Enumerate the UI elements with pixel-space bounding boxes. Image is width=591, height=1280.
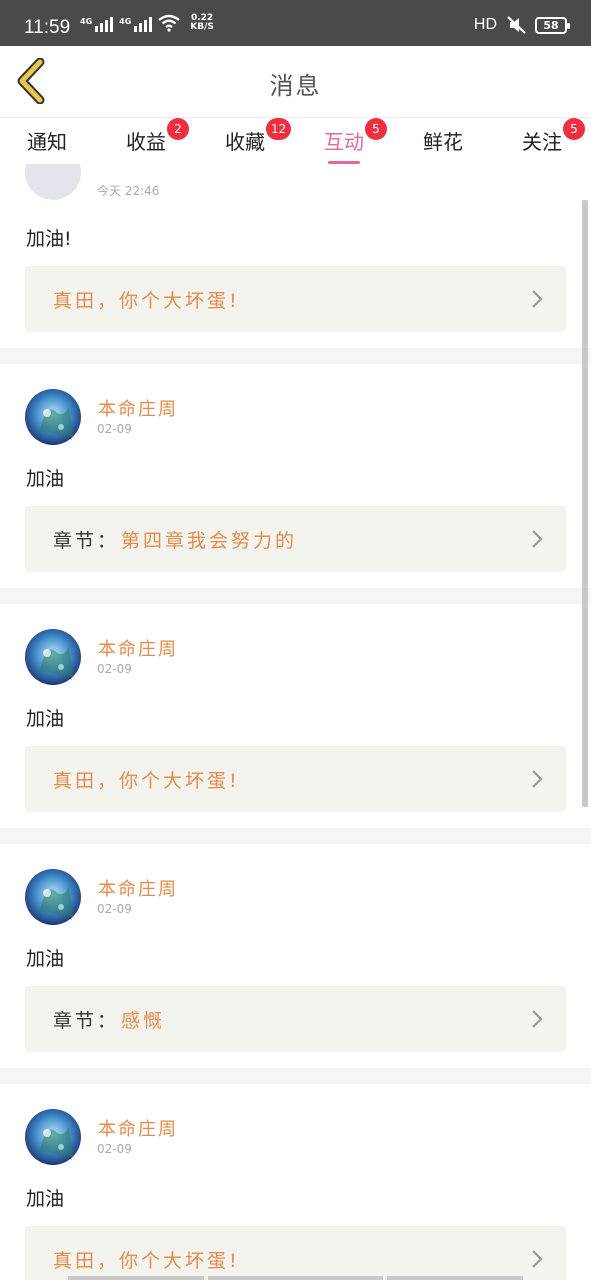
nav-hint-bar: [208, 1276, 383, 1280]
nav-hint-bar: [68, 1276, 204, 1280]
status-time: 11:59: [24, 17, 71, 38]
referenced-content-card[interactable]: 真田，你个大坏蛋!: [25, 746, 566, 812]
referenced-content-card[interactable]: 真田，你个大坏蛋!: [25, 1226, 566, 1280]
tab-follow[interactable]: 关注 5: [507, 118, 585, 155]
chevron-right-icon: [532, 530, 543, 548]
network-type-label: 4G: [119, 17, 132, 26]
separator: [0, 828, 591, 844]
tab-label: 鲜花: [423, 130, 463, 154]
signal-icon: 4G: [80, 17, 114, 32]
message-date: 02-09: [97, 902, 132, 916]
avatar[interactable]: [25, 164, 81, 200]
unread-badge: 2: [167, 118, 189, 140]
referenced-content-card[interactable]: 章节： 感慨: [25, 986, 566, 1052]
referenced-text: 真田，你个大坏蛋!: [53, 1250, 240, 1272]
avatar[interactable]: [25, 869, 81, 925]
network-speed-unit: KB/S: [190, 22, 214, 32]
avatar-image: [25, 869, 81, 925]
referenced-text: 真田，你个大坏蛋!: [53, 770, 240, 792]
avatar[interactable]: [25, 1109, 81, 1165]
chapter-prefix: 章节：: [53, 1010, 120, 1032]
chapter-prefix: 章节：: [53, 530, 120, 552]
page-title: 消息: [269, 72, 322, 100]
signal-icon: 4G: [119, 17, 153, 32]
referenced-text: 第四章我会努力的: [121, 530, 298, 552]
unread-badge: 5: [563, 118, 585, 140]
tab-interaction[interactable]: 互动 5: [309, 118, 387, 155]
separator: [0, 588, 591, 604]
message-date: 02-09: [97, 1142, 132, 1156]
header-bar: 消息: [0, 46, 591, 118]
separator: [0, 348, 591, 364]
avatar[interactable]: [25, 389, 81, 445]
scrollbar[interactable]: [582, 200, 588, 807]
battery-level: 58: [543, 18, 559, 32]
message-date: 今天 22:46: [97, 184, 160, 198]
message-list[interactable]: 今天 22:46 加油! 真田，你个大坏蛋! 本命庄周 02-09 加油 章节：…: [0, 164, 591, 1280]
tab-bar: 通知 收益 2 收藏 12 互动 5 鲜花 关注 5: [0, 118, 591, 164]
tab-label: 收藏: [225, 130, 265, 154]
author-name[interactable]: 本命庄周: [98, 635, 178, 661]
avatar-image: [25, 389, 81, 445]
referenced-text: 真田，你个大坏蛋!: [53, 290, 240, 312]
network-speed: 0.22 KB/S: [190, 14, 214, 32]
tab-favorites[interactable]: 收藏 12: [210, 118, 292, 155]
avatar-image: [25, 629, 81, 685]
tab-label: 关注: [522, 130, 562, 154]
network-indicators: 4G 4G 0.22 KB/S: [80, 14, 214, 32]
referenced-text: 感慨: [121, 1010, 166, 1032]
hd-label: HD: [473, 16, 497, 33]
network-type-label: 4G: [80, 17, 93, 26]
chevron-right-icon: [532, 1010, 543, 1028]
message-comment: 加油: [26, 708, 65, 730]
author-name[interactable]: 本命庄周: [98, 1115, 178, 1141]
message-date: 02-09: [97, 662, 132, 676]
tab-label: 互动: [324, 130, 364, 154]
status-right: HD 58: [473, 15, 570, 35]
message-comment: 加油: [26, 1188, 65, 1210]
tab-label: 收益: [126, 130, 166, 154]
chevron-right-icon: [532, 290, 543, 308]
battery-icon: 58: [535, 16, 570, 34]
referenced-content-card[interactable]: 真田，你个大坏蛋!: [25, 266, 566, 332]
message-date: 02-09: [97, 422, 132, 436]
chevron-right-icon: [532, 1250, 543, 1268]
referenced-content-card[interactable]: 章节： 第四章我会努力的: [25, 506, 566, 572]
unread-badge: 5: [365, 118, 387, 140]
message-comment: 加油: [26, 948, 65, 970]
nav-hint-bar: [387, 1276, 523, 1280]
tab-notice[interactable]: 通知: [12, 126, 82, 155]
author-name[interactable]: 本命庄周: [98, 875, 178, 901]
message-comment: 加油!: [26, 228, 72, 250]
message-comment: 加油: [26, 468, 65, 490]
tab-flowers[interactable]: 鲜花: [408, 126, 478, 155]
separator: [0, 1068, 591, 1084]
author-name[interactable]: 本命庄周: [98, 395, 178, 421]
mute-icon: [507, 16, 526, 34]
tab-earnings[interactable]: 收益 2: [111, 118, 189, 155]
tab-label: 通知: [27, 130, 67, 154]
avatar-image: [25, 1109, 81, 1165]
wifi-icon: [158, 14, 181, 32]
avatar[interactable]: [25, 629, 81, 685]
chevron-right-icon: [532, 770, 543, 788]
unread-badge: 12: [266, 118, 292, 140]
status-bar: 11:59 4G 4G 0.22 KB/S HD 58: [0, 0, 591, 46]
